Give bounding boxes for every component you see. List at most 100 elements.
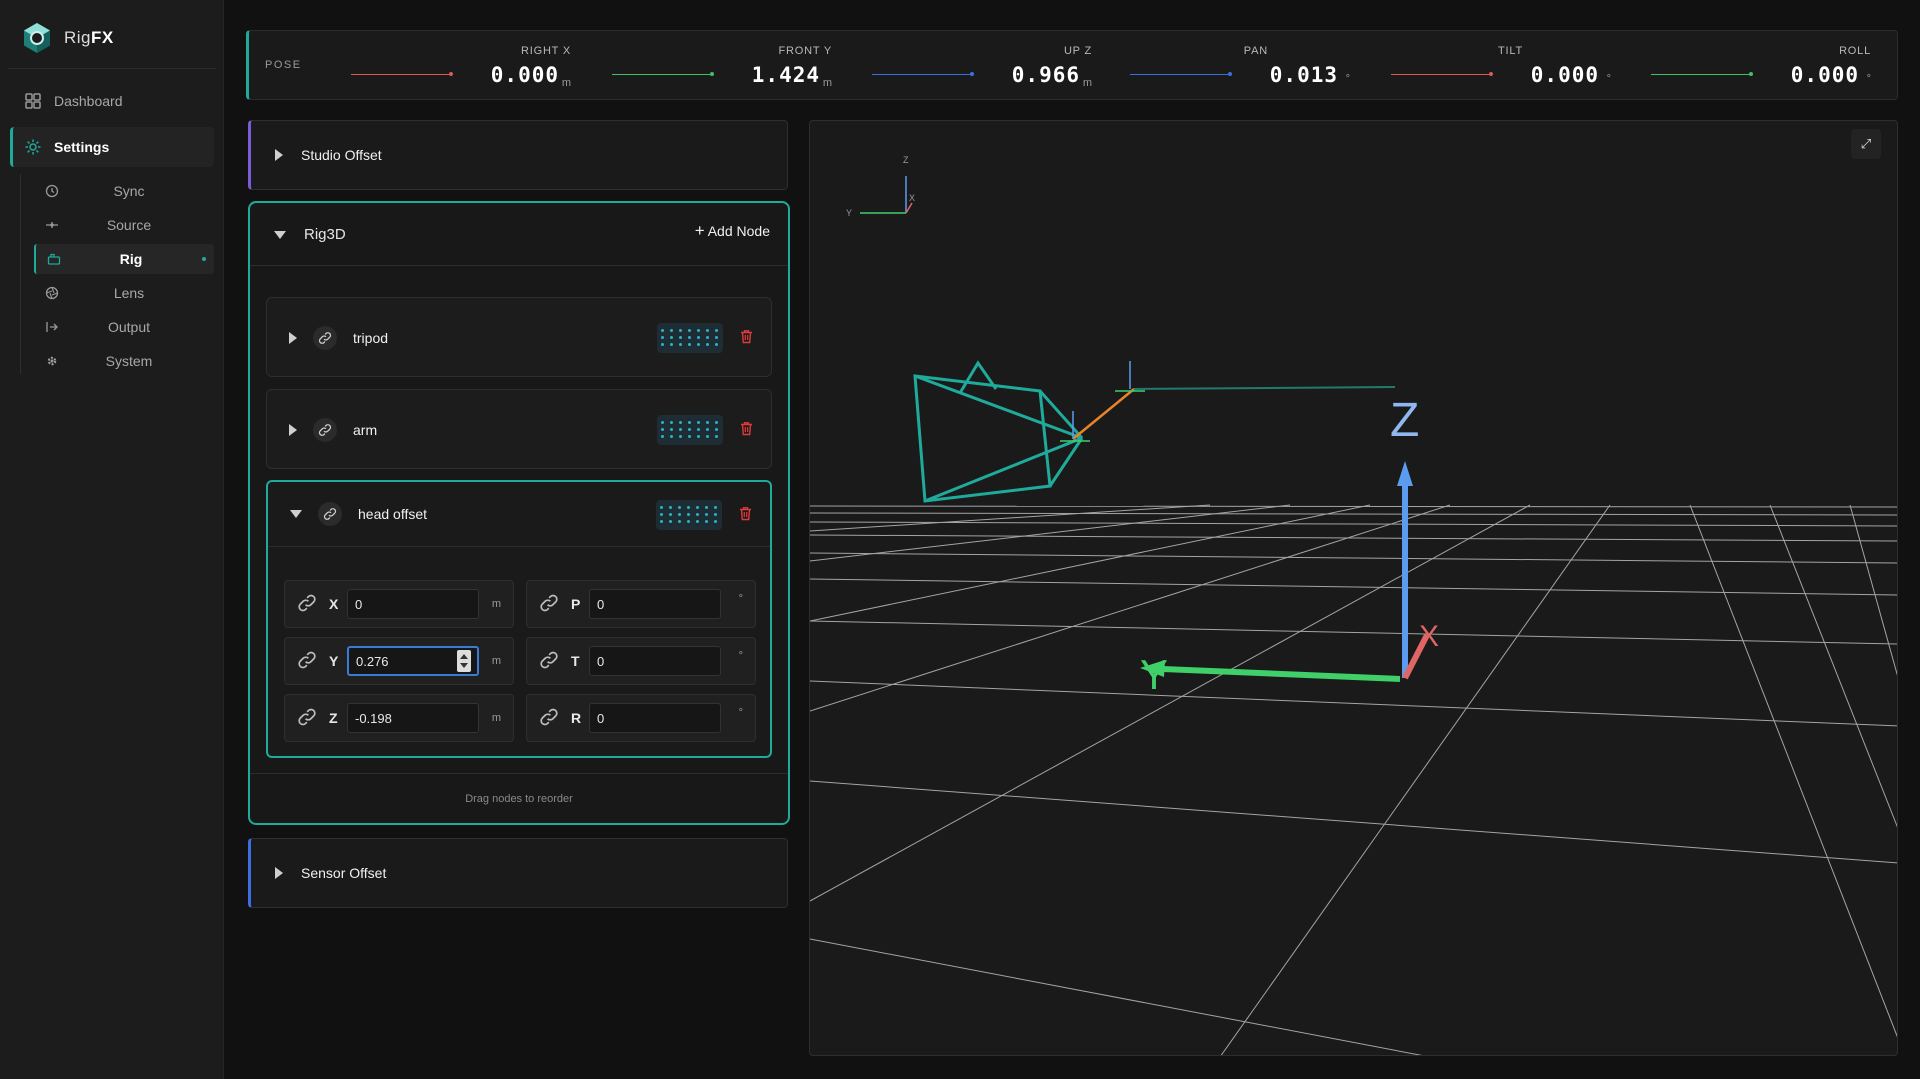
pose-item-label: UP Z	[1063, 45, 1092, 57]
sub-nav-system-label: System	[105, 353, 153, 369]
expand-chevron-icon[interactable]	[289, 424, 297, 436]
field-r: R °	[526, 694, 756, 742]
link-icon[interactable]	[539, 593, 559, 618]
pose-item-label: FRONT Y	[778, 45, 832, 57]
pose-item-label: TILT	[1498, 45, 1523, 57]
app-logo[interactable]: RigFX	[20, 18, 114, 58]
node-axes	[1060, 361, 1396, 442]
expand-icon[interactable]: ⤢	[1851, 129, 1881, 159]
camera-frustum[interactable]	[913, 360, 1084, 503]
reorder-hint: Drag nodes to reorder	[465, 793, 573, 805]
link-icon[interactable]	[313, 326, 337, 350]
add-node-button[interactable]: + Add Node	[694, 221, 770, 240]
gizmo-y-label: Y	[846, 208, 852, 218]
node-name: tripod	[353, 330, 389, 346]
link-icon[interactable]	[297, 593, 317, 618]
rig-node-arm[interactable]: arm	[266, 389, 772, 469]
nav-settings[interactable]: Settings	[10, 127, 214, 167]
trash-icon[interactable]	[740, 329, 753, 349]
link-icon[interactable]	[539, 650, 559, 675]
sub-nav-lens-label: Lens	[113, 285, 145, 301]
sub-nav-sync-label: Sync	[113, 183, 145, 199]
aperture-icon	[42, 286, 62, 300]
sub-nav-rig[interactable]: Rig	[34, 244, 214, 274]
viewport-scene[interactable]: Z Y X Z Y X	[810, 121, 1898, 1056]
pose-item-unit: m	[561, 77, 571, 89]
sub-nav-source[interactable]: Source	[34, 210, 214, 240]
logo-text-bold: FX	[91, 28, 114, 47]
collapse-chevron-icon	[274, 230, 286, 239]
expand-chevron-icon[interactable]	[289, 332, 297, 344]
divider	[250, 773, 788, 774]
sub-nav-rig-label: Rig	[119, 251, 143, 267]
studio-offset-title: Studio Offset	[301, 147, 382, 163]
rig3d-header[interactable]: Rig3D + Add Node	[250, 203, 788, 266]
field-unit: m	[491, 712, 501, 724]
camera-rig-icon	[44, 252, 64, 266]
pose-item-label: PAN	[1243, 45, 1268, 57]
tilt-input[interactable]	[589, 646, 721, 676]
node-name: arm	[353, 422, 378, 438]
link-icon[interactable]	[313, 418, 337, 442]
sub-nav-system[interactable]: System	[34, 346, 214, 376]
studio-offset-header[interactable]: Studio Offset	[275, 121, 382, 189]
pose-indicator-line	[1651, 72, 1753, 76]
field-axis-label: Z	[329, 710, 338, 726]
nav-settings-label: Settings	[54, 139, 110, 155]
drag-handle-icon[interactable]	[657, 323, 723, 353]
pose-pan: PAN 0.013 °	[1130, 41, 1350, 91]
pose-indicator-line	[612, 72, 714, 76]
axis-y-label: Y	[1140, 651, 1168, 698]
link-icon[interactable]	[297, 650, 317, 675]
rig-node-head-offset[interactable]: head offset X m P ° Y m	[266, 480, 772, 758]
pose-readout-bar: POSE RIGHT X 0.000 m FRONT Y 1.424 m UP …	[246, 30, 1898, 100]
roll-input[interactable]	[589, 703, 721, 733]
node-name: head offset	[358, 506, 428, 522]
plus-icon: +	[694, 221, 705, 240]
field-z: Z m	[284, 694, 514, 742]
field-unit: °	[738, 707, 743, 719]
drag-handle-icon[interactable]	[656, 500, 722, 530]
collapse-chevron-icon[interactable]	[290, 510, 302, 518]
sidebar: RigFX Dashboard Settings Sync Source Rig…	[0, 0, 224, 1079]
link-icon[interactable]	[539, 707, 559, 732]
gear-icon	[25, 139, 41, 155]
rig3d-title: Rig3D	[304, 226, 346, 243]
z-input[interactable]	[347, 703, 479, 733]
pose-roll: ROLL 0.000 °	[1651, 41, 1871, 91]
sub-nav-output[interactable]: Output	[34, 312, 214, 342]
drag-handle-icon[interactable]	[657, 415, 723, 445]
sub-nav-sync[interactable]: Sync	[34, 176, 214, 206]
source-icon	[42, 218, 62, 232]
pose-item-unit: m	[1082, 77, 1092, 89]
pose-item-value: 1.424	[751, 63, 820, 87]
field-unit: °	[738, 593, 743, 605]
nav-dashboard[interactable]: Dashboard	[10, 81, 214, 121]
sensor-offset-header[interactable]: Sensor Offset	[275, 839, 386, 907]
number-stepper[interactable]	[457, 650, 471, 672]
pan-input[interactable]	[589, 589, 721, 619]
divider	[8, 68, 216, 69]
pose-indicator-line	[872, 72, 974, 76]
x-input[interactable]	[347, 589, 479, 619]
pose-item-value: 0.966	[1011, 63, 1080, 87]
field-p: P °	[526, 580, 756, 628]
gizmo-x-label: X	[909, 193, 915, 203]
studio-offset-panel[interactable]: Studio Offset	[248, 120, 788, 190]
add-node-label: Add Node	[707, 223, 770, 239]
sub-nav-lens[interactable]: Lens	[34, 278, 214, 308]
trash-icon[interactable]	[740, 421, 753, 441]
gizmo-z-label: Z	[903, 155, 909, 165]
3d-viewport[interactable]: Z Y X Z Y X ⤢	[809, 120, 1898, 1056]
pose-item-label: RIGHT X	[520, 45, 571, 57]
pose-front-y: FRONT Y 1.424 m	[612, 41, 832, 91]
trash-icon[interactable]	[739, 506, 752, 526]
pose-indicator-line	[1130, 72, 1232, 76]
sensor-offset-panel[interactable]: Sensor Offset	[248, 838, 788, 908]
field-unit: m	[491, 655, 501, 667]
link-icon[interactable]	[318, 502, 342, 526]
rig-node-tripod[interactable]: tripod	[266, 297, 772, 377]
link-icon[interactable]	[297, 707, 317, 732]
sensor-offset-title: Sensor Offset	[301, 865, 387, 881]
pose-item-unit: °	[1866, 73, 1871, 85]
